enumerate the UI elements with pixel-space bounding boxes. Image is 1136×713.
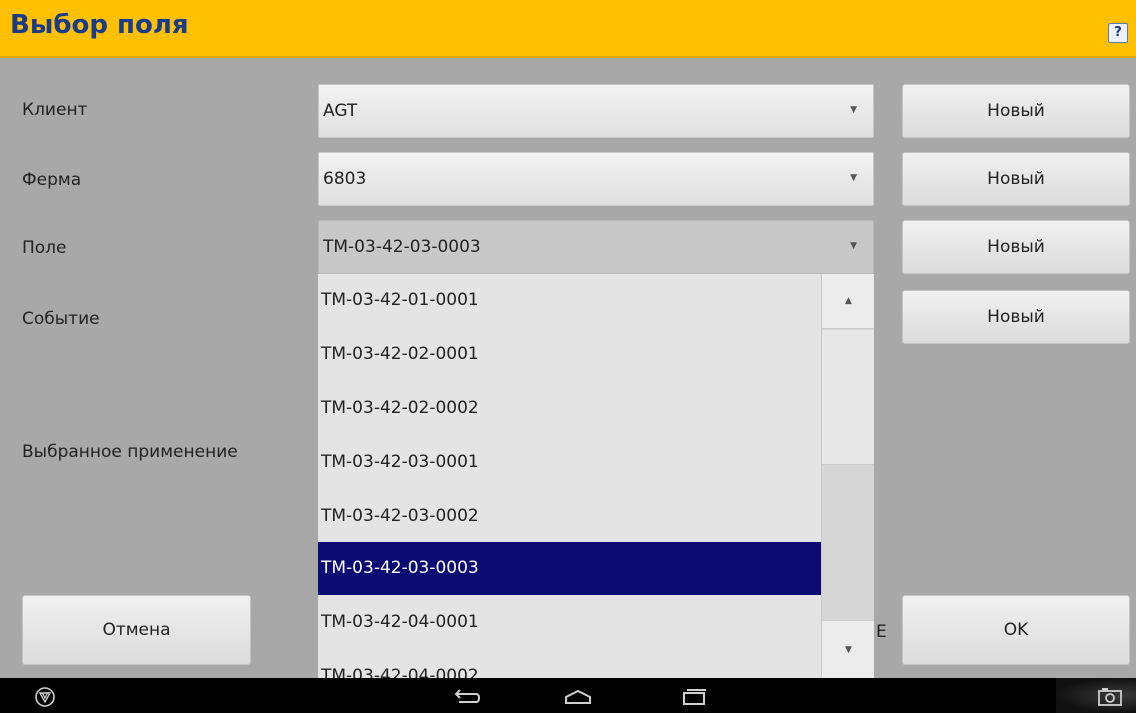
brand-icon[interactable] [30,678,60,713]
screenshot-icon[interactable] [1092,678,1128,713]
dropdown-scrollbar[interactable]: ▲ ▼ [821,274,874,678]
chevron-down-icon: ▼ [850,105,857,115]
recents-icon[interactable] [672,678,716,713]
list-item[interactable]: TM-03-42-03-0001 [318,436,821,489]
client-label: Клиент [22,100,88,120]
list-item[interactable]: TM-03-42-01-0001 [318,274,821,327]
cancel-button[interactable]: Отмена [22,595,251,665]
field-select[interactable]: TM-03-42-03-0003 ▼ [318,220,874,274]
title-bar: Выбор поля ? [0,0,1136,58]
list-item-selected[interactable]: TM-03-42-03-0003 [318,542,821,595]
event-label: Событие [22,309,100,329]
system-nav-bar [0,678,1136,713]
new-event-button[interactable]: Новый [902,290,1130,344]
field-value: TM-03-42-03-0003 [323,237,481,257]
field-dropdown-list[interactable]: TM-03-42-01-0001 TM-03-42-02-0001 TM-03-… [318,274,874,678]
new-client-button[interactable]: Новый [902,84,1130,138]
page-title: Выбор поля [10,10,189,40]
chevron-down-icon[interactable]: ▼ [822,620,874,678]
partial-text: E [876,622,887,642]
help-icon[interactable]: ? [1108,23,1128,43]
back-icon[interactable] [444,678,488,713]
new-farm-button[interactable]: Новый [902,152,1130,206]
farm-value: 6803 [323,169,367,189]
list-item[interactable]: TM-03-42-04-0002 [318,650,821,678]
list-item[interactable]: TM-03-42-04-0001 [318,596,821,649]
farm-select[interactable]: 6803 ▼ [318,152,874,206]
client-select[interactable]: AGT ▼ [318,84,874,138]
farm-label: Ферма [22,170,82,190]
chevron-down-icon: ▼ [850,241,857,251]
list-item[interactable]: TM-03-42-02-0002 [318,382,821,435]
list-item[interactable]: TM-03-42-02-0001 [318,328,821,381]
ok-button[interactable]: OK [902,595,1130,665]
chevron-down-icon: ▼ [850,173,857,183]
chevron-up-icon[interactable]: ▲ [822,274,874,329]
new-field-button[interactable]: Новый [902,220,1130,274]
selected-application-label: Выбранное применение [22,442,238,462]
home-icon[interactable] [556,678,600,713]
field-label: Поле [22,238,67,258]
scrollbar-thumb[interactable] [822,330,874,465]
camera-area [1056,678,1136,713]
list-item[interactable]: TM-03-42-03-0002 [318,490,821,543]
client-value: AGT [323,101,358,121]
